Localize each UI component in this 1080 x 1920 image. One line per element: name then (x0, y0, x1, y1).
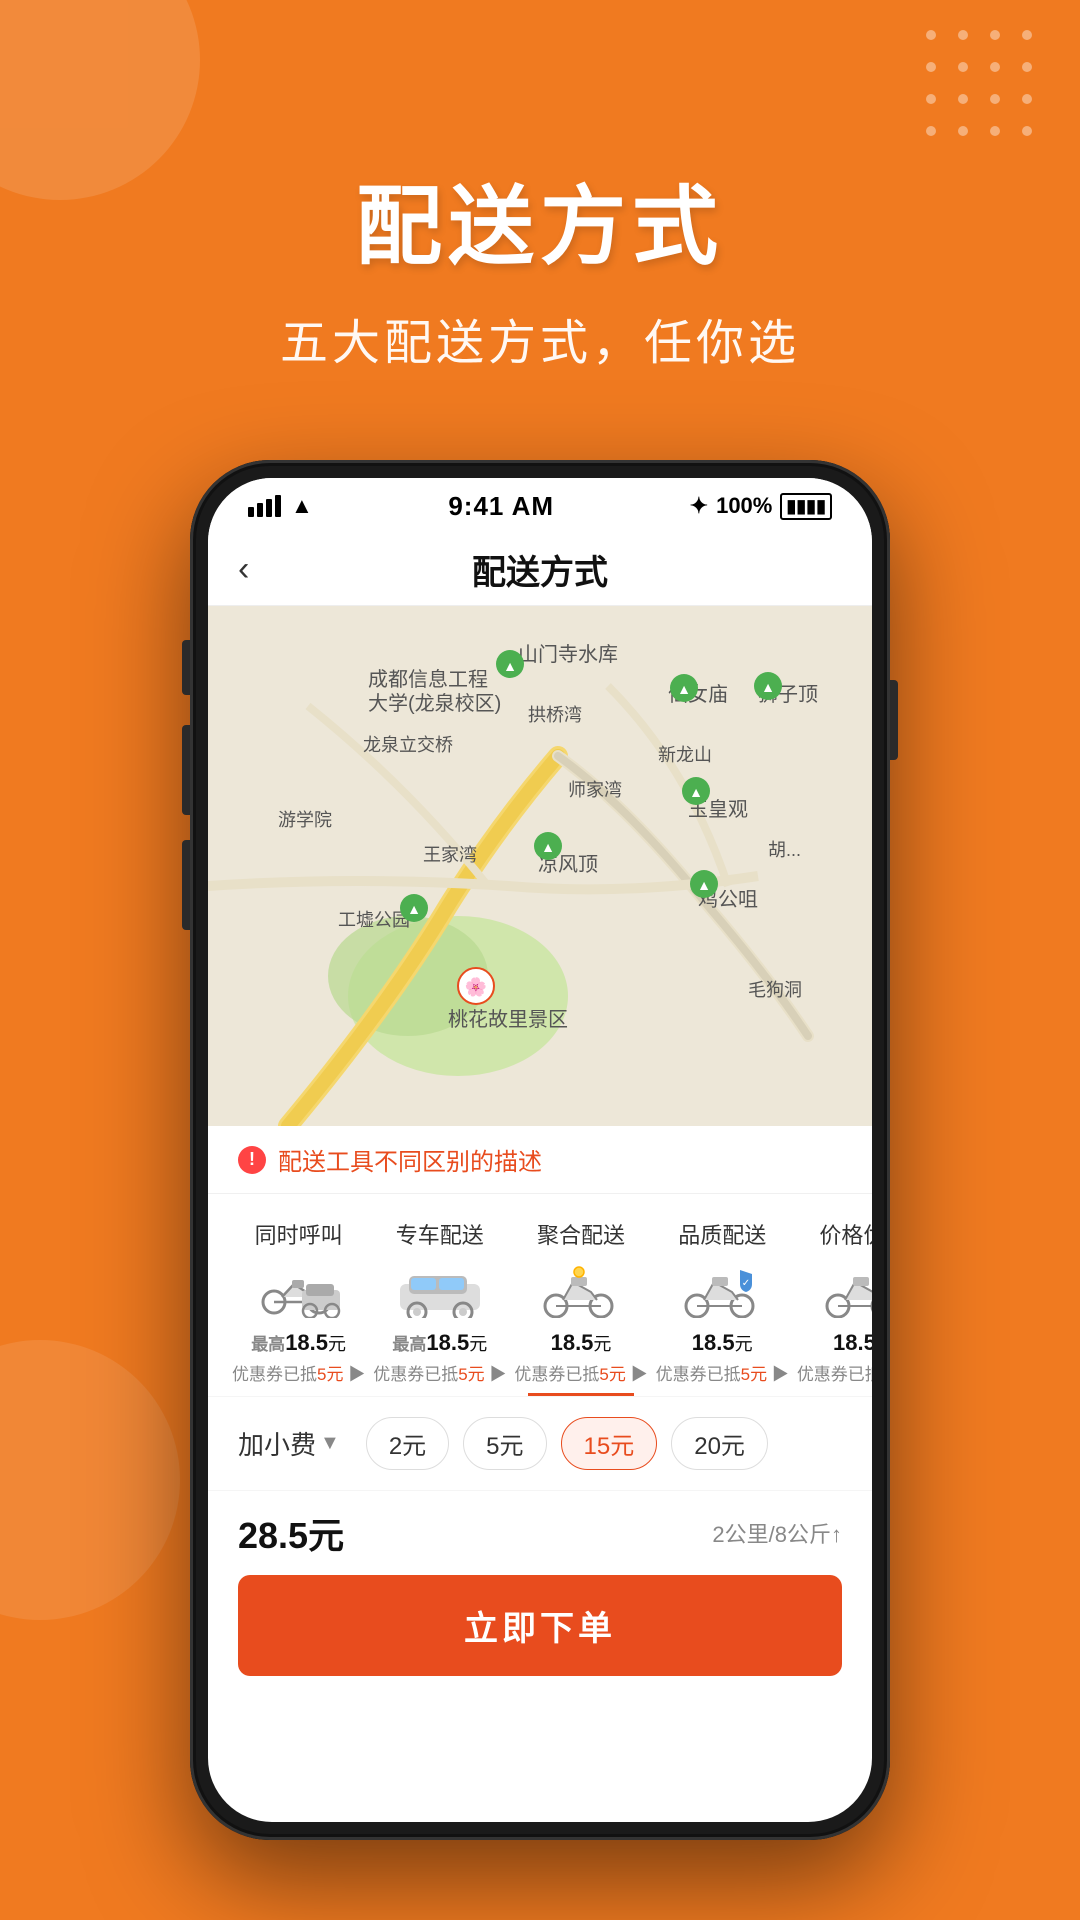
svg-text:胡...: 胡... (768, 840, 801, 860)
option-name-3: 品质配送 (678, 1218, 766, 1250)
delivery-options: 同时呼叫 (208, 1194, 872, 1396)
svg-text:龙泉立交桥: 龙泉立交桥 (363, 735, 453, 755)
chip-20yuan[interactable]: 20元 (671, 1417, 768, 1470)
option-icon-3: ✓ (677, 1260, 767, 1320)
svg-text:拱桥湾: 拱桥湾 (528, 705, 582, 725)
option-name-1: 专车配送 (396, 1218, 484, 1250)
option-selected-indicator (528, 1393, 635, 1396)
extra-fee-row: 加小费 ▼ 2元 5元 15元 20元 (208, 1396, 872, 1490)
status-bar: ▲ 9:41 AM ✦ 100% ▮▮▮▮ (208, 478, 872, 534)
volume-up-button (182, 725, 190, 815)
nav-bar: ‹ 配送方式 (208, 534, 872, 606)
deco-arc-bottomleft (0, 1340, 180, 1620)
svg-text:游学院: 游学院 (278, 810, 332, 830)
delivery-option-0[interactable]: 同时呼叫 (228, 1218, 369, 1396)
bluetooth-icon: ✦ (690, 493, 708, 519)
option-coupon-4: 优惠券已抵5元 ▶ (797, 1360, 872, 1385)
delivery-option-2[interactable]: 聚合配送 18.5元 (510, 1218, 651, 1396)
phone-screen: ▲ 9:41 AM ✦ 100% ▮▮▮▮ ‹ 配送方式 (208, 478, 872, 1822)
option-coupon-1: 优惠券已抵5元 ▶ (373, 1360, 506, 1385)
map-svg: 成都信息工程 大学(龙泉校区) 龙泉立交桥 山门寺水库 仙女庙 狮子顶 游学院 … (208, 606, 872, 1126)
svg-text:▲: ▲ (677, 681, 691, 697)
option-icon-0 (254, 1260, 344, 1320)
extra-fee-label: 加小费 ▼ (238, 1425, 340, 1462)
nav-title: 配送方式 (472, 545, 608, 594)
svg-text:▲: ▲ (541, 839, 555, 855)
deco-circle-topleft (0, 0, 200, 200)
status-right: ✦ 100% ▮▮▮▮ (690, 493, 832, 520)
battery-icon: ▮▮▮▮ (780, 493, 832, 520)
option-icon-4: ¥ (818, 1260, 872, 1320)
delivery-option-3[interactable]: 品质配送 ✓ 18. (652, 1218, 793, 1396)
option-name-2: 聚合配送 (537, 1218, 625, 1250)
wifi-icon: ▲ (291, 493, 313, 519)
battery-percent: 100% (716, 493, 772, 519)
chip-15yuan[interactable]: 15元 (561, 1417, 658, 1470)
chip-2yuan[interactable]: 2元 (366, 1417, 449, 1470)
svg-text:▲: ▲ (503, 658, 517, 674)
svg-text:▲: ▲ (761, 679, 775, 695)
option-icon-1 (395, 1260, 485, 1320)
extra-fee-chips: 2元 5元 15元 20元 (366, 1417, 768, 1470)
total-price: 28.5元 (238, 1507, 344, 1559)
svg-text:🌸: 🌸 (465, 976, 487, 997)
svg-text:▲: ▲ (407, 901, 421, 917)
info-text: 配送工具不同区别的描述 (278, 1142, 542, 1177)
option-price-4: 18.5元 (833, 1330, 872, 1356)
chip-5yuan[interactable]: 5元 (463, 1417, 546, 1470)
delivery-option-4[interactable]: 价格优先 ¥ 18. (793, 1218, 872, 1396)
signal-bar-4 (275, 495, 281, 517)
info-bar: ! 配送工具不同区别的描述 (208, 1126, 872, 1194)
option-coupon-0: 优惠券已抵5元 ▶ (232, 1360, 365, 1385)
page-subtitle: 五大配送方式，任你选 (0, 303, 1080, 373)
option-price-2: 18.5元 (551, 1330, 612, 1356)
svg-text:师家湾: 师家湾 (568, 780, 622, 800)
option-coupon-3: 优惠券已抵5元 ▶ (656, 1360, 789, 1385)
option-name-0: 同时呼叫 (255, 1218, 343, 1250)
svg-text:✓: ✓ (742, 1278, 750, 1289)
warning-icon: ! (238, 1146, 266, 1174)
signal-bar-3 (266, 499, 272, 517)
map-area[interactable]: 成都信息工程 大学(龙泉校区) 龙泉立交桥 山门寺水库 仙女庙 狮子顶 游学院 … (208, 606, 872, 1126)
svg-text:成都信息工程: 成都信息工程 (368, 668, 488, 691)
delivery-info: 2公里/8公斤↑ (712, 1517, 842, 1549)
signal-bar-2 (257, 503, 263, 517)
svg-text:大学(龙泉校区): 大学(龙泉校区) (368, 692, 501, 715)
option-price-1: 最高18.5元 (392, 1330, 487, 1356)
svg-text:王家湾: 王家湾 (423, 845, 477, 865)
order-button[interactable]: 立即下单 (238, 1575, 842, 1676)
phone-body: ▲ 9:41 AM ✦ 100% ▮▮▮▮ ‹ 配送方式 (190, 460, 890, 1840)
option-icon-2 (536, 1260, 626, 1320)
option-price-3: 18.5元 (692, 1330, 753, 1356)
svg-text:毛狗洞: 毛狗洞 (748, 980, 802, 1000)
svg-text:工墟公园: 工墟公园 (338, 910, 410, 930)
header-section: 配送方式 五大配送方式，任你选 (0, 180, 1080, 373)
signal-bar-1 (248, 507, 254, 517)
phone-mockup: ▲ 9:41 AM ✦ 100% ▮▮▮▮ ‹ 配送方式 (190, 460, 890, 1840)
svg-text:桃花故里景区: 桃花故里景区 (448, 1008, 568, 1031)
back-button[interactable]: ‹ (238, 550, 249, 589)
power-button (890, 680, 898, 760)
svg-text:山门寺水库: 山门寺水库 (518, 643, 618, 666)
dots-decoration (926, 30, 1040, 144)
page-title: 配送方式 (0, 180, 1080, 275)
svg-text:▲: ▲ (689, 784, 703, 800)
mute-button (182, 640, 190, 695)
status-signals: ▲ (248, 493, 313, 519)
status-time: 9:41 AM (448, 491, 554, 522)
option-price-0: 最高18.5元 (251, 1330, 346, 1356)
delivery-option-1[interactable]: 专车配送 最高18 (369, 1218, 510, 1396)
svg-text:▲: ▲ (697, 877, 711, 893)
signal-bars (248, 495, 281, 517)
option-name-4: 价格优先 (819, 1218, 872, 1250)
volume-down-button (182, 840, 190, 930)
option-coupon-2: 优惠券已抵5元 ▶ (514, 1360, 647, 1385)
svg-text:新龙山: 新龙山 (658, 745, 712, 765)
total-row: 28.5元 2公里/8公斤↑ (208, 1490, 872, 1575)
